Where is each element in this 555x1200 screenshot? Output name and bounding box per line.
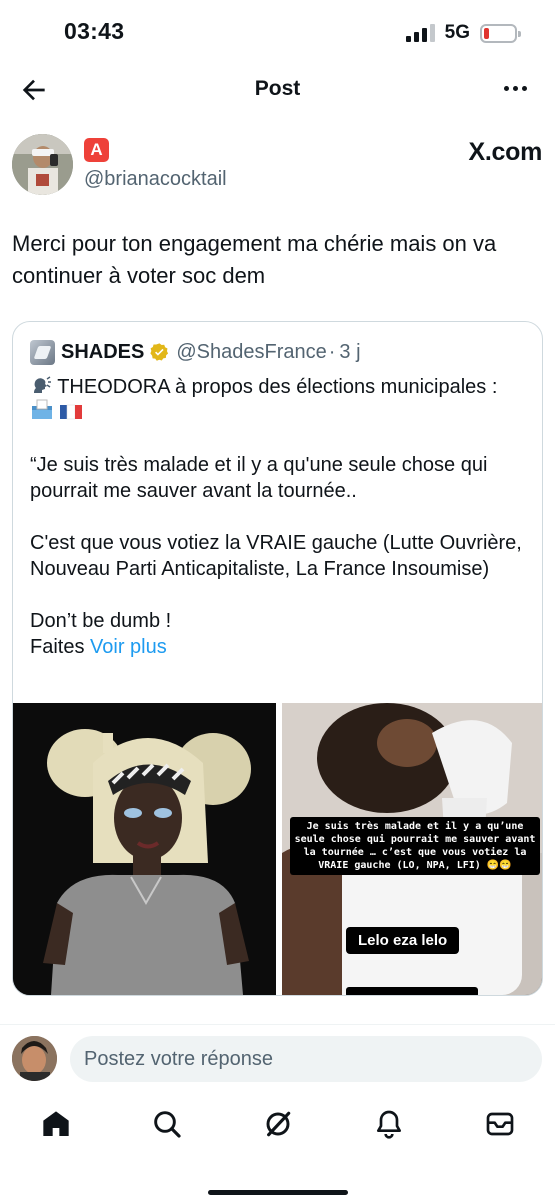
quoted-paragraph-3: Don’t be dumb ! [30,610,172,632]
quoted-dot: · [328,341,336,363]
mail-icon [486,1112,514,1136]
battery-icon [480,23,521,43]
media-video-right[interactable]: Je suis très malade et il y a qu’une seu… [282,703,542,995]
tab-notifications[interactable] [373,1108,405,1140]
ballot-box-icon [32,399,52,419]
quoted-body: THEODORA à propos des élections municipa… [30,372,530,660]
signal-icon [405,24,435,42]
quoted-age: 3 j [339,341,361,363]
more-horizontal-icon [504,86,509,91]
tab-messages[interactable] [484,1108,516,1140]
post-author: A @brianacocktail X.com [12,134,542,198]
tab-home[interactable] [40,1108,72,1140]
bell-icon [377,1110,401,1139]
x-watermark: X.com [468,138,542,167]
video-subtitle: Je suis très malade et il y a qu’une seu… [290,817,540,875]
verified-badge-icon [150,343,169,361]
tab-grok[interactable] [262,1108,294,1140]
quoted-post[interactable]: SHADES @ShadesFrance · 3 j THEODORA à pr… [12,321,543,996]
bottom-tab-bar [0,1100,555,1150]
status-time: 03:43 [64,18,125,44]
author-name-emoji: A [84,138,109,162]
author-avatar[interactable] [12,134,73,195]
faites-text: Faites [30,636,85,658]
media-photo-left[interactable] [13,703,276,995]
quoted-handle: @ShadesFrance [176,341,327,363]
quoted-paragraph-1: “Je suis très malade et il y a qu'une se… [30,454,488,502]
author-handle[interactable]: @brianacocktail [84,168,227,191]
quoted-line1: THEODORA à propos des élections municipa… [57,376,498,398]
home-indicator [207,1190,348,1195]
france-flag-icon [59,404,82,420]
grok-icon [266,1111,291,1137]
home-icon [43,1111,69,1136]
speaking-head-icon [34,376,51,393]
status-indicators: 5G [405,22,521,44]
quoted-media: Je suis très malade et il y a qu’une seu… [13,703,542,995]
user-avatar[interactable] [12,1036,57,1081]
network-type: 5G [444,22,470,43]
video-caption-partial [346,987,478,995]
post-text: Merci pour ton engagement ma chérie mais… [12,231,497,288]
quoted-display-name: SHADES [61,341,145,363]
more-options-button[interactable] [504,78,527,99]
status-bar: 03:43 5G [0,0,555,64]
reply-input[interactable] [70,1036,542,1082]
tab-search[interactable] [151,1108,183,1140]
search-icon [154,1111,181,1138]
page-title: Post [254,77,301,100]
video-caption: Lelo eza lelo [346,927,460,954]
post-header: Post [0,66,555,114]
quoted-post-header: SHADES @ShadesFrance · 3 j [30,340,361,365]
quoted-avatar [30,340,55,365]
watermark-text: X.com [468,138,542,166]
divider [0,1024,555,1025]
quoted-paragraph-2: C'est que vous votiez la VRAIE gauche (L… [30,532,522,580]
show-more-link[interactable]: Voir plus [90,636,167,658]
